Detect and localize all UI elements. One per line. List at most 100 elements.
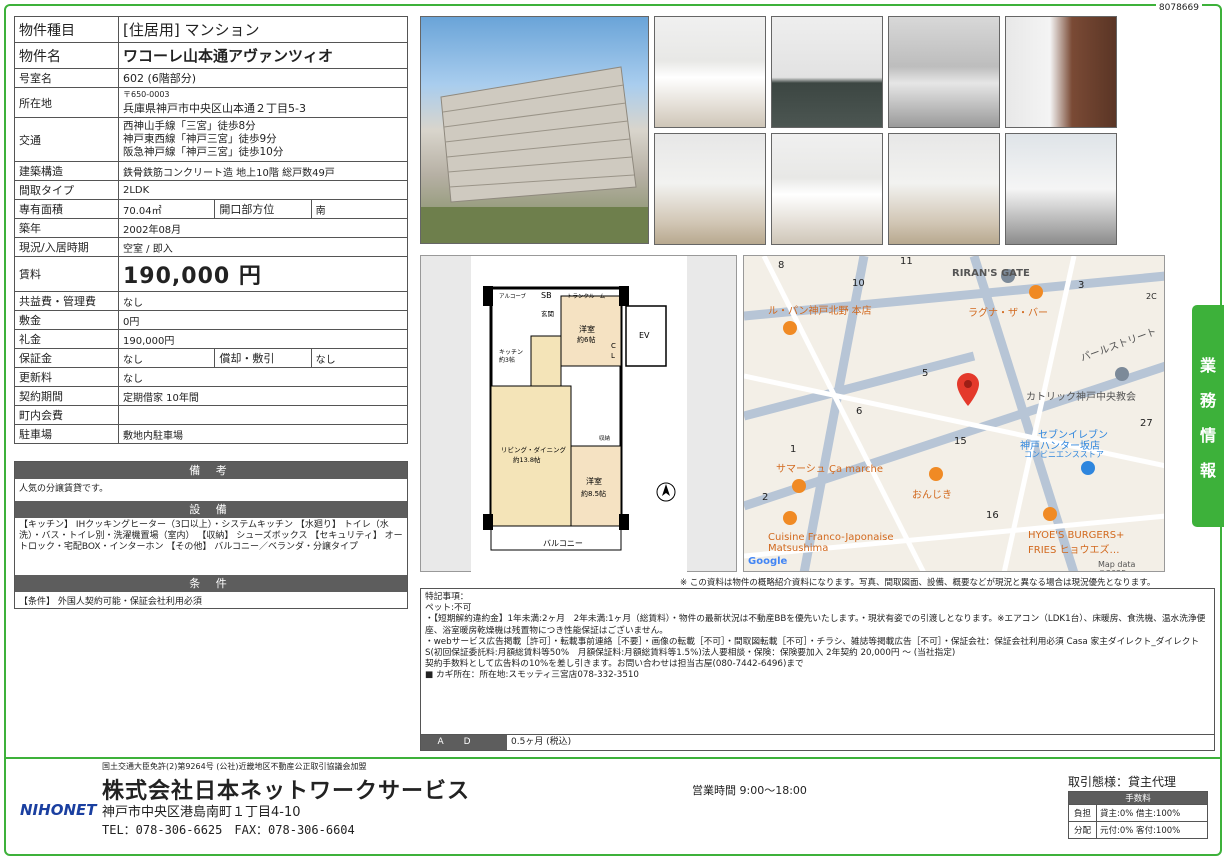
map-label-cuisine: Cuisine Franco-Japonaise [768,532,894,543]
layout-label: 間取タイプ [14,180,119,200]
notes-line: 契約手数料として広告料の10%を差し引きます。お問い合わせは担当古屋(080-7… [425,659,804,670]
exterior-photo[interactable] [420,16,649,244]
map-label-church: カトリック神戸中央教会 [1026,392,1136,403]
key-money-value: 190,000円 [118,329,408,349]
plan-room-label: 洋室 [586,476,602,486]
location-pin-icon [957,373,979,406]
built-label: 築年 [14,218,119,238]
map-block-number: 2C [1146,292,1157,301]
plan-room-label: L [611,352,615,360]
closet-photo[interactable] [888,133,1000,245]
map-block-number: 11 [900,256,913,267]
layout-value: 2LDK [118,180,408,200]
renewal-label: 更新料 [14,367,119,387]
structure-value: 鉄骨鉄筋コンクリート造 地上10階 総戸数49戸 [118,161,408,181]
toilet-photo[interactable] [654,133,766,245]
floor-plan[interactable]: 洋室 約6帖 リビング・ダイニング 約13.8帖 洋室 約8.5帖 キッチン 約… [420,255,737,572]
floor-plan-drawing: 洋室 約6帖 リビング・ダイニング 約13.8帖 洋室 約8.5帖 キッチン 約… [471,256,687,572]
company-phone: TEL：078-306-6625 FAX：078-306-6604 [102,823,355,837]
amort-value: なし [310,348,409,368]
built-value: 2002年08月 [118,218,408,238]
fee-row-value: 元付:0% 客付:100% [1096,821,1208,839]
zip-code: 〒650-0003 [123,90,170,99]
town-fee-label: 町内会費 [14,405,119,425]
map-block-number: 10 [852,278,865,289]
map-block-number: 27 [1140,418,1153,429]
renewal-value: なし [118,367,408,387]
plan-room-label: 約3帖 [499,356,515,364]
side-tab-char: 業 [1199,355,1216,375]
remarks-text: 人気の分譲賃貸です。 [19,484,109,494]
amort-label: 償却・敷引 [214,348,312,368]
notes-line: ・【短期解約違約金】1年未満:2ヶ月 2年未満:1ヶ月（総賃料）・物件の最新状況… [425,614,1206,636]
plan-room-label: アルコーブ [499,292,527,300]
guarantee-value: なし [117,348,216,368]
key-money-label: 礼金 [14,329,119,349]
plan-room-label: キッチン [499,349,523,356]
direction-value: 南 [310,199,409,219]
bedroom-photo[interactable] [771,133,883,245]
contract-value: 定期借家 10年間 [118,386,408,406]
map-label-matsushima: Matsushima [768,543,829,554]
plan-room-label: 玄関 [541,309,554,318]
deposit-value: 0円 [118,310,408,330]
property-spec-table: 物件種目 [住居用] マンション 物件名 ワコーレ山本通アヴァンツィオ 号室名 … [14,16,409,444]
traffic-line: 阪急神戸線「神戸三宮」徒歩10分 [123,146,284,158]
location-map[interactable]: 8 10 11 3 2C 5 6 1 15 27 2 16 RIRAN'S GA… [743,255,1165,572]
plan-room-label: 収納 [599,434,611,442]
plan-room-label: リビング・ダイニング [501,445,567,454]
type-label: 物件種目 [14,16,119,43]
map-block-number: 8 [778,260,785,271]
company-footer: NIHONET 国土交通大臣免許(2)第9264号 (公社)近畿地区不動産公正取… [6,757,1220,852]
contract-label: 契約期間 [14,386,119,406]
kitchen-photo[interactable] [771,16,883,128]
plan-room-label: 約6帖 [577,335,595,344]
bathroom-photo[interactable] [888,16,1000,128]
address-value: 兵庫県神戸市中央区山本通２丁目5-3 [123,102,306,115]
area-label: 専有面積 [14,199,119,219]
map-block-number: 6 [856,406,863,417]
status-label: 現況/入居時期 [14,237,119,257]
disclaimer: ※ この資料は物件の概略紹介資料になります。写真、間取図面、設備、概要などが現況… [680,578,1156,588]
company-logo: NIHONET [20,801,97,819]
status-value: 空室 / 即入 [118,237,408,257]
room-label: 号室名 [14,68,119,88]
balcony-photo[interactable] [1005,133,1117,245]
map-block-number: 2 [762,492,769,503]
plan-room-label: SB [541,291,552,300]
map-attribution: Map data ©2025 [1098,560,1136,571]
address-cell: 〒650-0003 兵庫県神戸市中央区山本通２丁目5-3 [118,87,408,118]
ad-label: AD [421,735,507,750]
side-tab-char: 情 [1199,425,1216,445]
fee-row-label: 分配 [1068,821,1097,839]
notes-line: 特記事項： [425,592,469,602]
building-photo-icon [421,66,648,243]
fee-row-label: 負担 [1068,804,1097,822]
conditions-header: 条 件 [15,575,407,592]
hallway-photo[interactable] [1005,16,1117,128]
fee-header: 手数料 [1068,791,1208,805]
living-photo[interactable] [654,16,766,128]
ad-row: AD 0.5ヶ月 (税込) [421,734,1214,750]
plan-room-label: 洋室 [579,324,595,334]
map-block-number: 16 [986,510,999,521]
map-label-onjiki: おんじき [912,490,952,501]
parking-label: 駐車場 [14,424,119,444]
business-info-tab[interactable]: 業 務 情 報 [1192,305,1224,527]
name-label: 物件名 [14,42,119,69]
plan-room-label: C [611,342,616,350]
fee-row-value: 貸主:0% 借主:100% [1096,804,1208,822]
plan-room-label: 約8.5帖 [581,489,606,498]
town-fee-value [118,405,408,425]
map-block-number: 5 [922,368,929,379]
map-block-number: 15 [954,436,967,447]
map-block-number: 3 [1078,280,1085,291]
plan-room-label: トランクルーム [567,293,606,300]
special-notes: 特記事項： ペット:不可 ・【短期解約違約金】1年未満:2ヶ月 2年未満:1ヶ月… [420,588,1215,751]
direction-label: 開口部方位 [214,199,312,219]
remarks-header: 備 考 [15,462,407,479]
property-name: ワコーレ山本通アヴァンツィオ [118,42,408,69]
map-label-riran: RIRAN'S GATE [952,268,1030,279]
remarks-section: 備 考 人気の分譲賃貸です。 設 備 【キッチン】 IHクッキングヒーター（3口… [14,461,408,609]
structure-label: 建築構造 [14,161,119,181]
